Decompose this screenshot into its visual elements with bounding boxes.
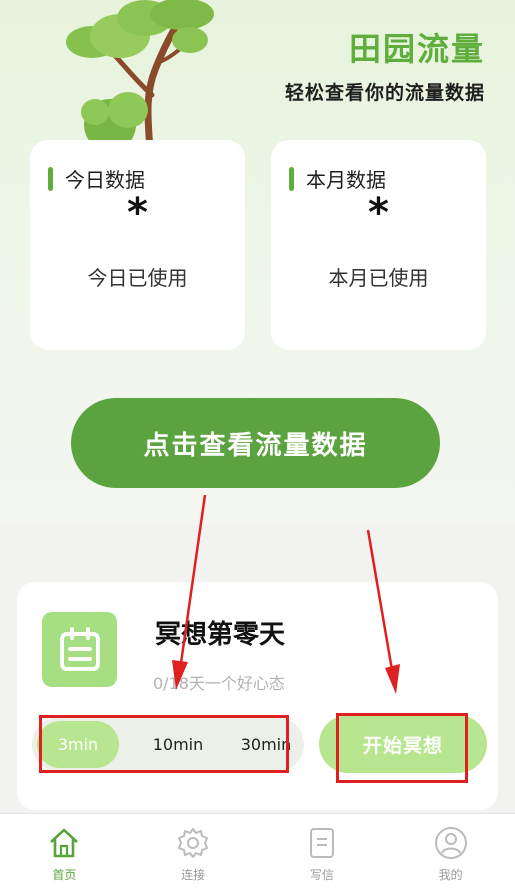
accent-bar <box>289 166 294 191</box>
tab-home-label: 首页 <box>52 868 77 882</box>
bottom-tab-bar: 首页 连接 写信 我的 <box>0 813 515 895</box>
home-icon <box>50 828 79 858</box>
today-data-title: 今日数据 <box>65 168 145 192</box>
duration-selector: 3min 10min 30min <box>32 717 304 772</box>
month-data-value: * <box>368 190 389 236</box>
tab-profile[interactable]: 我的 <box>386 814 515 895</box>
user-icon <box>434 827 467 859</box>
tab-connect[interactable]: 连接 <box>129 814 258 895</box>
today-data-card[interactable]: 今日数据 * 今日已使用 <box>30 140 245 350</box>
month-used-label: 本月已使用 <box>328 266 429 290</box>
calendar-icon <box>42 612 117 687</box>
tab-connect-label: 连接 <box>181 868 206 882</box>
duration-option-10min[interactable]: 10min <box>136 721 220 768</box>
month-data-card[interactable]: 本月数据 * 本月已使用 <box>271 140 486 350</box>
tab-home[interactable]: 首页 <box>0 814 129 895</box>
meditation-title: 冥想第零天 <box>155 620 286 650</box>
meditation-card: 冥想第零天 0/18天一个好心态 3min 10min 30min 开始冥想 <box>17 582 498 810</box>
app-title: 田园流量 <box>348 30 485 68</box>
app-subtitle: 轻松查看你的流量数据 <box>284 82 485 104</box>
tab-letter[interactable]: 写信 <box>258 814 387 895</box>
today-used-label: 今日已使用 <box>87 266 188 290</box>
month-data-title: 本月数据 <box>306 168 386 192</box>
today-data-value: * <box>127 190 148 236</box>
letter-icon <box>309 828 334 858</box>
tab-profile-label: 我的 <box>438 868 463 882</box>
tab-letter-label: 写信 <box>309 868 334 882</box>
meditation-progress: 0/18天一个好心态 <box>153 674 285 693</box>
duration-option-3min[interactable]: 3min <box>37 721 119 768</box>
start-meditation-button[interactable]: 开始冥想 <box>319 715 487 773</box>
gear-icon <box>178 828 209 858</box>
tree-illustration <box>66 0 214 150</box>
view-traffic-button[interactable]: 点击查看流量数据 <box>71 398 440 488</box>
accent-bar <box>48 166 53 191</box>
duration-option-30min[interactable]: 30min <box>224 721 308 768</box>
